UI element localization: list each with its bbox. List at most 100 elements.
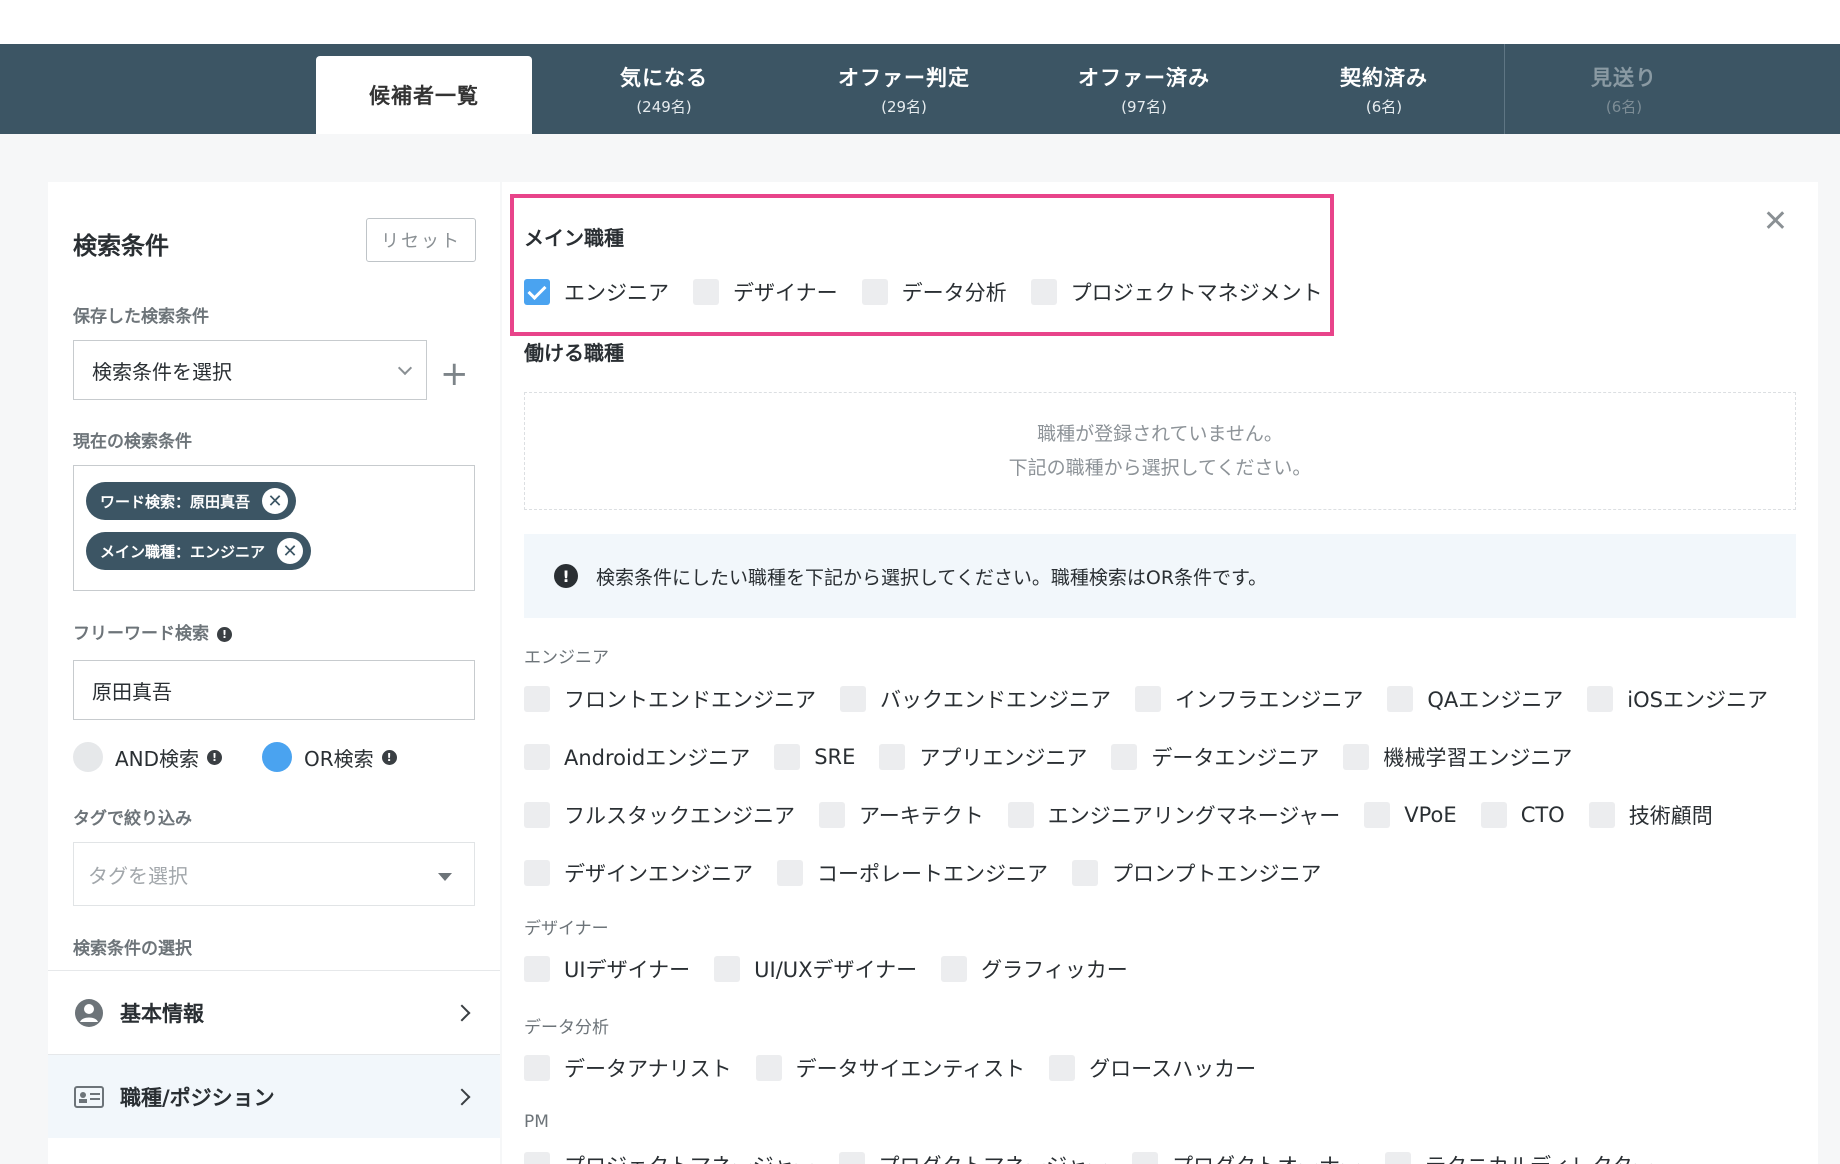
job-option[interactable]: iOSエンジニア <box>1587 684 1768 714</box>
checkbox-icon[interactable] <box>774 744 801 770</box>
checkbox-icon[interactable] <box>819 802 845 828</box>
radio-button-icon[interactable] <box>73 742 103 772</box>
checkbox-icon[interactable] <box>714 956 741 982</box>
checkbox-icon[interactable] <box>693 279 719 305</box>
tab-label: 候補者一覧 <box>369 84 479 108</box>
checkbox-icon[interactable] <box>1343 744 1370 770</box>
checkbox-icon[interactable] <box>1588 802 1615 828</box>
job-option[interactable]: バックエンドエンジニア <box>840 684 1111 714</box>
checkbox-icon[interactable] <box>1387 686 1414 712</box>
main-job-designer[interactable]: デザイナー <box>693 277 838 307</box>
freeword-input[interactable]: 原田真吾 <box>73 660 475 720</box>
job-option[interactable]: QAエンジニア <box>1387 684 1563 714</box>
checkbox-icon[interactable] <box>524 1152 550 1164</box>
job-option[interactable]: UIデザイナー <box>524 954 690 984</box>
job-option[interactable]: コーポレートエンジニア <box>777 858 1048 888</box>
checkbox-icon[interactable] <box>941 956 968 982</box>
checkbox-icon[interactable] <box>1072 860 1098 886</box>
checkbox-icon[interactable] <box>524 802 550 828</box>
job-option[interactable]: SRE <box>774 744 855 770</box>
job-option[interactable]: アーキテクト <box>819 800 984 830</box>
tab-divider <box>1504 44 1505 134</box>
job-option[interactable]: インフラエンジニア <box>1135 684 1363 714</box>
remove-chip-icon[interactable]: ✕ <box>277 538 304 564</box>
main-job-engineer[interactable]: エンジニア <box>524 277 669 307</box>
tag-select[interactable]: タグを選択 <box>73 842 475 906</box>
job-option[interactable]: テクニカルディレクター <box>1385 1150 1654 1164</box>
tab-count: (249名) <box>636 97 692 116</box>
nav-job-position[interactable]: 職種/ポジション <box>48 1054 500 1138</box>
job-option[interactable]: Androidエンジニア <box>524 742 750 772</box>
job-option[interactable]: プロダクトマネージャー <box>838 1150 1108 1164</box>
info-icon[interactable]: ! <box>207 749 223 765</box>
user-circle-icon <box>74 998 104 1028</box>
job-option[interactable]: 技術顧問 <box>1588 800 1713 830</box>
job-option[interactable]: フロントエンドエンジニア <box>524 684 816 714</box>
job-option[interactable]: 機械学習エンジニア <box>1343 742 1572 772</box>
tab-candidates[interactable]: 候補者一覧 <box>316 56 532 134</box>
chip-label: ワード検索：原田真吾 <box>100 492 251 511</box>
checkbox-icon[interactable] <box>1587 686 1614 712</box>
main-job-project-management[interactable]: プロジェクトマネジメント <box>1030 277 1323 307</box>
job-option[interactable]: エンジニアリングマネージャー <box>1007 800 1340 830</box>
job-option[interactable]: デザインエンジニア <box>524 858 753 888</box>
option-label: プロジェクトマネージャー <box>564 1150 815 1164</box>
nav-basic-info[interactable]: 基本情報 <box>48 970 500 1054</box>
checkbox-icon[interactable] <box>1364 802 1391 828</box>
checkbox-icon[interactable] <box>1385 1152 1412 1164</box>
checkbox-icon[interactable] <box>777 860 803 886</box>
checkbox-icon[interactable] <box>840 686 866 712</box>
tab-count: (29名) <box>881 97 927 116</box>
add-icon[interactable]: + <box>440 354 469 394</box>
job-option[interactable]: プロダクトオーナー <box>1132 1150 1361 1164</box>
job-option[interactable]: プロンプトエンジニア <box>1072 858 1321 888</box>
job-option[interactable]: フルスタックエンジニア <box>524 800 795 830</box>
checkbox-icon[interactable] <box>1030 279 1057 305</box>
job-option[interactable]: データエンジニア <box>1111 742 1319 772</box>
checkbox-icon[interactable] <box>1135 686 1161 712</box>
and-search-radio[interactable]: AND検索 ! <box>73 742 223 772</box>
info-icon[interactable]: ! <box>381 749 397 765</box>
checkbox-icon[interactable] <box>524 1055 550 1081</box>
option-label: アーキテクト <box>859 804 984 828</box>
or-search-radio[interactable]: OR検索 ! <box>262 742 397 772</box>
checkbox-icon[interactable] <box>1007 802 1034 828</box>
tab-declined[interactable]: 見送り (6名) <box>1516 44 1732 134</box>
job-option[interactable]: データサイエンティスト <box>755 1053 1025 1083</box>
option-label: UIデザイナー <box>564 958 691 982</box>
checkbox-icon[interactable] <box>1111 744 1138 770</box>
checkbox-icon[interactable] <box>838 1152 865 1164</box>
job-option[interactable]: アプリエンジニア <box>879 742 1087 772</box>
info-icon[interactable]: ! <box>217 626 232 642</box>
saved-conditions-select[interactable]: 検索条件を選択 <box>73 340 427 400</box>
job-option[interactable]: UI/UXデザイナー <box>714 954 917 984</box>
checkbox-checked-icon[interactable] <box>524 279 550 305</box>
tab-offer-judgement[interactable]: オファー判定 (29名) <box>796 44 1012 134</box>
job-option[interactable]: グロースハッカー <box>1049 1053 1256 1083</box>
checkbox-icon[interactable] <box>861 279 888 305</box>
checkbox-icon[interactable] <box>524 744 550 770</box>
checkbox-icon[interactable] <box>524 686 550 712</box>
job-option[interactable]: CTO <box>1480 802 1565 828</box>
close-icon[interactable]: ✕ <box>1763 204 1788 239</box>
checkbox-icon[interactable] <box>1132 1152 1159 1164</box>
job-option[interactable]: プロジェクトマネージャー <box>524 1150 815 1164</box>
job-option[interactable]: VPoE <box>1364 802 1457 828</box>
radio-selected-icon[interactable] <box>262 742 292 772</box>
tab-interested[interactable]: 気になる (249名) <box>556 44 772 134</box>
checkbox-icon[interactable] <box>1049 1055 1076 1081</box>
nav-label: 基本情報 <box>120 1001 204 1026</box>
checkbox-icon[interactable] <box>879 744 906 770</box>
reset-button[interactable]: リセット <box>366 218 476 262</box>
remove-chip-icon[interactable]: ✕ <box>262 488 289 514</box>
tab-contracted[interactable]: 契約済み (6名) <box>1276 44 1492 134</box>
job-option[interactable]: データアナリスト <box>524 1053 732 1083</box>
checkbox-icon[interactable] <box>524 860 550 886</box>
job-option[interactable]: グラフィッカー <box>941 954 1128 984</box>
main-job-data-analysis[interactable]: データ分析 <box>861 277 1007 307</box>
tab-offered[interactable]: オファー済み (97名) <box>1036 44 1252 134</box>
current-conditions-label: 現在の検索条件 <box>73 432 192 452</box>
checkbox-icon[interactable] <box>755 1055 782 1081</box>
checkbox-icon[interactable] <box>524 956 550 982</box>
checkbox-icon[interactable] <box>1480 802 1507 828</box>
